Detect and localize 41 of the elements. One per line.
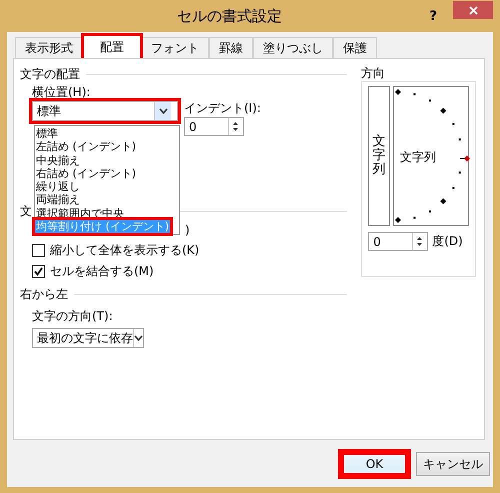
tab[interactable]: 塗りつぶし <box>253 37 333 58</box>
dialog-button[interactable]: OK <box>341 452 408 476</box>
list-option[interactable]: 左詰め (インデント) <box>35 140 138 154</box>
caret-icon <box>158 108 168 114</box>
field-label: 度(D) <box>432 233 463 250</box>
dial-pointer-icon <box>460 155 472 162</box>
tab[interactable]: フォント <box>141 37 209 58</box>
dropdown[interactable]: 最初の文字に依存 <box>32 328 144 348</box>
group-title: 右から左 <box>20 286 68 302</box>
checkbox-label: ) <box>185 223 190 237</box>
tab[interactable]: 罫線 <box>209 37 253 58</box>
tab[interactable]: 保護 <box>333 37 377 58</box>
checkbox-label: 縮小して全体を表示する(K) <box>50 242 200 259</box>
dropdown[interactable]: 標準 <box>32 101 178 121</box>
list-option[interactable]: 標準 <box>35 127 59 140</box>
field-label: 横位置(H): <box>32 84 92 100</box>
dialog-button[interactable]: キャンセル <box>416 452 490 476</box>
spin-field[interactable]: 0 <box>368 232 428 251</box>
group-title: 方向 <box>361 65 386 82</box>
dial-text: 文字列 <box>400 149 436 166</box>
group-title: 文 <box>20 202 32 220</box>
tab[interactable]: 配置 <box>83 35 141 59</box>
caret-icon <box>134 335 143 341</box>
tab[interactable]: 表示形式 <box>15 37 83 58</box>
list-option[interactable]: 中央揃え <box>35 154 81 167</box>
list-option[interactable]: 右詰め (インデント) <box>35 166 138 180</box>
window-title: セルの書式設定 <box>176 6 284 26</box>
vertical-text-option[interactable]: 文字列 <box>368 86 390 226</box>
orientation-dial[interactable]: 文字列 <box>393 86 469 226</box>
help-button[interactable]: ? <box>429 8 437 24</box>
list-option[interactable]: 両端揃え <box>35 193 81 207</box>
close-button[interactable] <box>453 1 493 19</box>
group-title: 文字の配置 <box>20 66 80 82</box>
spin-field[interactable]: 0 <box>184 117 244 136</box>
field-label: インデント(I): <box>184 100 261 116</box>
checkbox[interactable] <box>32 265 45 278</box>
list-option[interactable]: 繰り返し <box>35 180 81 194</box>
checkbox-label: セルを結合する(M) <box>50 263 154 280</box>
checkbox[interactable] <box>32 244 45 257</box>
close-icon <box>468 6 478 14</box>
field-label: 文字の方向(T): <box>32 308 114 324</box>
